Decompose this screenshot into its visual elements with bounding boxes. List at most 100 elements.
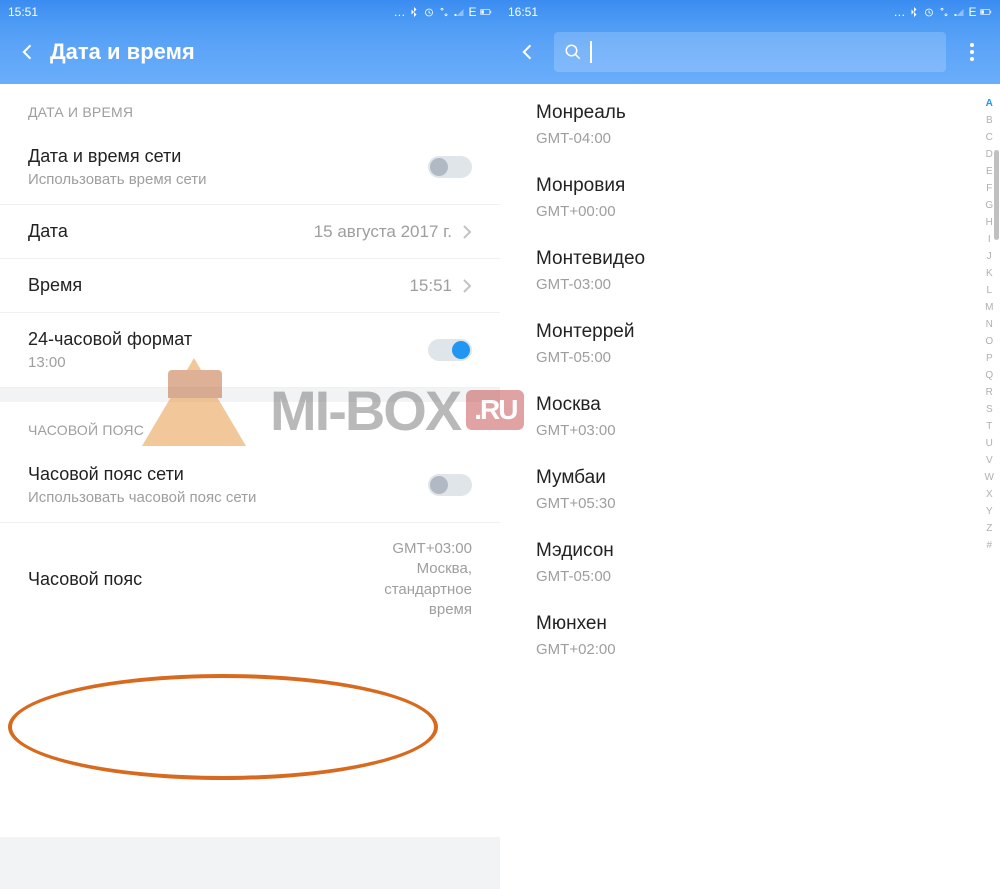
row-network-timezone[interactable]: Часовой пояс сети Использовать часовой п…: [0, 448, 500, 523]
alpha-letter[interactable]: P: [985, 353, 994, 364]
alpha-letter[interactable]: G: [985, 200, 994, 211]
back-button[interactable]: [10, 34, 46, 70]
alpha-letter[interactable]: D: [985, 149, 994, 160]
sync-icon: [938, 6, 950, 18]
row-time[interactable]: Время 15:51: [0, 259, 500, 313]
row-24h-format[interactable]: 24-часовой формат 13:00: [0, 313, 500, 388]
sync-icon: [438, 6, 450, 18]
status-bar: 15:51 ... E: [0, 0, 500, 24]
search-input[interactable]: [554, 32, 946, 72]
section-header-date: ДАТА И ВРЕМЯ: [0, 84, 500, 130]
row-label: Дата и время сети: [28, 146, 428, 167]
network-label: E: [968, 5, 977, 19]
timezone-row[interactable]: Мэдисон GMT-05:00: [500, 526, 1000, 599]
signal-icon: [453, 6, 465, 18]
alpha-letter[interactable]: Y: [985, 506, 994, 517]
row-value: GMT+03:00 Москва, стандартное время: [384, 539, 472, 620]
alpha-letter[interactable]: V: [985, 455, 994, 466]
alpha-letter[interactable]: R: [985, 387, 994, 398]
row-sublabel: Использовать часовой пояс сети: [28, 489, 428, 506]
alpha-letter[interactable]: T: [985, 421, 994, 432]
phone-left: 15:51 ... E Дата и время ДАТА И ВРЕМЯ Да…: [0, 0, 500, 889]
bottom-filler: [0, 837, 500, 889]
timezone-row[interactable]: МоскваGMT+03:00: [500, 380, 1000, 453]
search-icon: [564, 43, 582, 61]
gmt-label: GMT+05:30: [536, 495, 972, 512]
toggle-network-timezone[interactable]: [428, 474, 472, 496]
alpha-letter[interactable]: A: [985, 98, 994, 109]
status-time: 16:51: [508, 5, 538, 19]
alpha-letter[interactable]: W: [985, 472, 994, 483]
timezone-list[interactable]: МонреальGMT-04:00МонровияGMT+00:00Монтев…: [500, 84, 1000, 672]
row-value: 15:51: [409, 276, 452, 296]
scrollbar[interactable]: [994, 150, 999, 240]
chevron-left-icon: [518, 42, 538, 62]
timezone-row[interactable]: Монреаль GMT-04:00: [500, 88, 1000, 161]
timezone-row[interactable]: МонтеррейGMT-05:00: [500, 307, 1000, 380]
city-label: Монреаль: [536, 102, 972, 124]
row-label: 24-часовой формат: [28, 329, 428, 350]
alpha-letter[interactable]: I: [985, 234, 994, 245]
alpha-letter[interactable]: M: [985, 302, 994, 313]
chevron-right-icon: [462, 279, 472, 293]
toggle-network-time[interactable]: [428, 156, 472, 178]
page-title: Дата и время: [50, 39, 195, 65]
chevron-left-icon: [18, 42, 38, 62]
row-network-date-time[interactable]: Дата и время сети Использовать время сет…: [0, 130, 500, 205]
alpha-letter[interactable]: S: [985, 404, 994, 415]
row-value: 15 августа 2017 г.: [314, 222, 452, 242]
alarm-icon: [923, 6, 935, 18]
highlight-ellipse: [8, 674, 438, 780]
timezone-row[interactable]: МонтевидеоGMT-03:00: [500, 234, 1000, 307]
battery-icon: [980, 6, 992, 18]
row-label: Время: [28, 275, 409, 296]
city-label: Москва: [536, 394, 972, 416]
row-date[interactable]: Дата 15 августа 2017 г.: [0, 205, 500, 259]
alpha-letter[interactable]: F: [985, 183, 994, 194]
row-sublabel: 13:00: [28, 354, 428, 371]
network-label: E: [468, 5, 477, 19]
gmt-label: GMT+00:00: [536, 203, 972, 220]
header-gradient: 16:51 ... E: [500, 0, 1000, 84]
gmt-label: GMT-04:00: [536, 130, 972, 147]
header: Дата и время: [0, 24, 500, 84]
alpha-letter[interactable]: U: [985, 438, 994, 449]
bluetooth-icon: [908, 6, 920, 18]
back-button[interactable]: [510, 34, 546, 70]
city-label: Мэдисон: [536, 540, 972, 562]
alpha-letter[interactable]: X: [985, 489, 994, 500]
timezone-row[interactable]: МонровияGMT+00:00: [500, 161, 1000, 234]
gmt-label: GMT-05:00: [536, 568, 972, 585]
city-label: Монтеррей: [536, 321, 972, 343]
overflow-menu[interactable]: [954, 34, 990, 70]
city-label: Монтевидео: [536, 248, 972, 270]
alpha-letter[interactable]: E: [985, 166, 994, 177]
alpha-letter[interactable]: N: [985, 319, 994, 330]
alpha-letter[interactable]: #: [985, 540, 994, 551]
timezone-row[interactable]: МумбаиGMT+05:30: [500, 453, 1000, 526]
alarm-icon: [423, 6, 435, 18]
toggle-24h[interactable]: [428, 339, 472, 361]
header-gradient: 15:51 ... E Дата и время: [0, 0, 500, 84]
phone-right: 16:51 ... E Монреаль GMT-04:00 МонровияGMT…: [500, 0, 1000, 889]
row-timezone[interactable]: Часовой пояс GMT+03:00 Москва, стандартн…: [0, 523, 500, 636]
alpha-letter[interactable]: L: [985, 285, 994, 296]
bluetooth-icon: [408, 6, 420, 18]
chevron-right-icon: [462, 225, 472, 239]
signal-icon: [953, 6, 965, 18]
alpha-letter[interactable]: K: [985, 268, 994, 279]
row-label: Дата: [28, 221, 314, 242]
alpha-letter[interactable]: C: [985, 132, 994, 143]
alpha-letter[interactable]: B: [985, 115, 994, 126]
divider: [0, 388, 500, 402]
row-label: Часовой пояс: [28, 569, 384, 590]
row-sublabel: Использовать время сети: [28, 171, 428, 188]
alphabet-index[interactable]: ABCDEFGHIJKLMNOPQRSTUVWXYZ #: [985, 98, 994, 551]
row-label: Часовой пояс сети: [28, 464, 428, 485]
alpha-letter[interactable]: O: [985, 336, 994, 347]
timezone-row[interactable]: МюнхенGMT+02:00: [500, 599, 1000, 672]
alpha-letter[interactable]: Q: [985, 370, 994, 381]
alpha-letter[interactable]: H: [985, 217, 994, 228]
alpha-letter[interactable]: Z: [985, 523, 994, 534]
alpha-letter[interactable]: J: [985, 251, 994, 262]
